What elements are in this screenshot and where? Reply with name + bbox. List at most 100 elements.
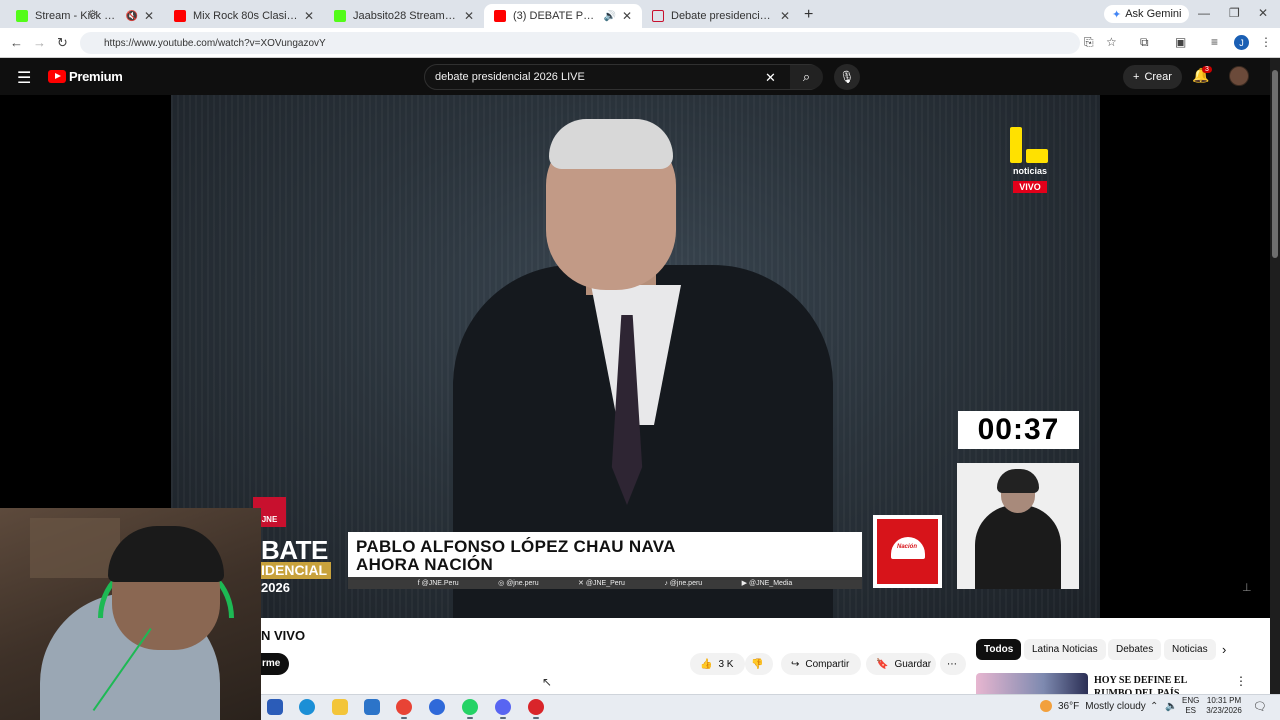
close-tab-icon[interactable]: ✕	[144, 9, 154, 23]
extensions-icon[interactable]: ⧉	[1140, 35, 1149, 50]
browser-tab-jaabsito-stream[interactable]: Jaabsito28 Stream - Watch Live ✕	[324, 4, 484, 28]
more-vertical-icon[interactable]: ⋮	[1235, 674, 1247, 688]
scrollbar-thumb[interactable]	[1272, 70, 1278, 258]
start-menu-icon[interactable]	[267, 699, 283, 715]
obs-studio-icon[interactable]	[528, 699, 544, 719]
voice-search-button[interactable]: 🎙	[834, 64, 860, 90]
youtube-premium-wordmark[interactable]: Premium	[69, 69, 123, 84]
save-button[interactable]: 🔖 Guardar	[866, 653, 936, 675]
chrome-browser-icon[interactable]	[396, 699, 412, 719]
weather-widget[interactable]: 36°F Mostly cloudy	[1040, 700, 1146, 712]
browser-menu-icon[interactable]: ⋮	[1260, 35, 1272, 49]
discord-icon[interactable]	[495, 699, 511, 719]
close-tab-icon[interactable]: ✕	[464, 9, 474, 23]
instagram-handle: ◎ @jne.peru	[498, 580, 539, 587]
youtube-handle: ▶ @JNE_Media	[741, 580, 793, 587]
like-button[interactable]: 👍 3 K	[690, 653, 745, 675]
candidate-party: AHORA NACIÓN	[356, 555, 494, 574]
hamburger-menu-icon[interactable]: ☰	[17, 68, 31, 88]
search-input[interactable]: debate presidencial 2026 LIVE	[435, 71, 585, 83]
recommended-video-title[interactable]: HOY SE DEFINE EL RUMBO DEL PAÍS	[1094, 674, 1220, 694]
logo-text: noticias	[1012, 166, 1047, 176]
create-button[interactable]: + Crear	[1123, 65, 1182, 89]
channel-watermark-icon: ⊥	[1242, 582, 1252, 594]
share-arrow-icon: ↪	[791, 658, 800, 670]
party-logo-background: Nación	[877, 519, 938, 584]
maximize-window-icon[interactable]: ❐	[1229, 6, 1240, 20]
edge-browser-icon[interactable]	[299, 699, 315, 715]
file-explorer-icon[interactable]	[332, 699, 348, 715]
chip-todos[interactable]: Todos	[976, 639, 1022, 660]
bookmark-icon: 🔖	[876, 658, 889, 670]
notification-center-icon[interactable]: 🗨	[1253, 700, 1267, 713]
more-horizontal-icon: ⋯	[947, 658, 957, 670]
weather-sun-icon	[1040, 700, 1052, 712]
speaker-hair	[549, 119, 673, 169]
browser-tab-debate-presidencial[interactable]: (3) DEBATE PRESIDENCIAL 🔊 ✕	[484, 4, 642, 28]
muted-audio-icon[interactable]: 🔇	[125, 11, 137, 22]
tab-title: Mix Rock 80s Clasicos 2021 djd...	[193, 10, 298, 22]
split-view-icon[interactable]: ▣	[1175, 35, 1186, 49]
dislike-button[interactable]: 👎	[745, 653, 773, 675]
ask-gemini-label: Ask Gemini	[1125, 8, 1182, 20]
microphone-icon: 🎙	[839, 70, 855, 84]
bookmark-star-icon[interactable]: ☆	[1106, 35, 1117, 49]
site-settings-icon[interactable]: ⚙	[88, 9, 97, 20]
live-badge: VIVO	[1013, 181, 1047, 193]
chip-noticias[interactable]: Noticias	[1164, 639, 1216, 660]
user-avatar[interactable]	[1229, 66, 1249, 86]
tiktok-handle: ♪ @jne.peru	[664, 579, 703, 587]
browser-profile-avatar[interactable]: J	[1234, 35, 1249, 50]
tab-title: Jaabsito28 Stream - Watch Live	[353, 10, 458, 22]
chip-debates[interactable]: Debates	[1108, 639, 1162, 660]
install-app-icon[interactable]: ⎘	[1084, 35, 1094, 50]
minimize-window-icon[interactable]: —	[1198, 6, 1210, 20]
close-window-icon[interactable]: ✕	[1258, 6, 1268, 20]
share-button[interactable]: ↪ Compartir	[781, 653, 861, 675]
youtube-logo-icon[interactable]	[48, 70, 66, 83]
whatsapp-icon[interactable]	[462, 699, 478, 719]
forward-arrow-icon[interactable]: →	[33, 35, 46, 50]
recommended-video-thumbnail[interactable]	[976, 673, 1088, 694]
candidate-lower-third: PABLO ALFONSO LÓPEZ CHAU NAVA AHORA NACI…	[348, 532, 862, 577]
debate-presidencial-brand: BATE IDENCIAL 2026	[261, 525, 341, 595]
chip-latina-noticias[interactable]: Latina Noticias	[1024, 639, 1106, 660]
tab-title: (3) DEBATE PRESIDENCIAL	[513, 10, 599, 22]
clock-date: 3/23/2026	[1206, 706, 1242, 715]
tray-chevron-up-icon[interactable]: ⌃	[1150, 701, 1158, 712]
mail-app-icon[interactable]	[364, 699, 380, 715]
search-box[interactable]: debate presidencial 2026 LIVE ✕ ⌕	[424, 64, 823, 90]
create-label: Crear	[1144, 71, 1172, 83]
sign-language-interpreter	[957, 463, 1079, 589]
store-app-icon[interactable]	[429, 699, 445, 715]
close-tab-icon[interactable]: ✕	[622, 9, 632, 23]
clear-search-icon[interactable]: ✕	[765, 70, 776, 86]
ask-gemini-button[interactable]: ✦ Ask Gemini	[1104, 5, 1190, 23]
debate-timer: 00:37	[958, 411, 1079, 449]
speaker-volume-icon[interactable]: 🔈	[1165, 701, 1177, 712]
search-button[interactable]: ⌕	[790, 65, 823, 89]
close-tab-icon[interactable]: ✕	[304, 9, 314, 23]
interpreter-hair	[997, 469, 1039, 493]
reading-list-icon[interactable]: ≡	[1211, 35, 1218, 49]
audio-playing-icon[interactable]: 🔊	[603, 11, 615, 22]
browser-tab-kick-dashboard[interactable]: Stream - Kick Dashboard 🔇 ✕	[6, 4, 164, 28]
language-indicator[interactable]: ENG ES	[1182, 696, 1199, 716]
x-handle: ✕ @JNE_Peru	[578, 580, 625, 587]
close-tab-icon[interactable]: ✕	[780, 9, 790, 23]
chevron-right-icon[interactable]: ›	[1222, 642, 1226, 657]
candidate-name-block: PABLO ALFONSO LÓPEZ CHAU NAVA AHORA NACI…	[356, 538, 676, 574]
more-actions-button[interactable]: ⋯	[940, 653, 966, 675]
browser-tab-mix-rock[interactable]: Mix Rock 80s Clasicos 2021 djd... ✕	[164, 4, 324, 28]
system-clock[interactable]: 10:31 PM 3/23/2026	[1204, 696, 1244, 716]
browser-tab-debate-article[interactable]: Debate presidencial: estos son ... ✕	[642, 4, 800, 28]
logo-mark	[1010, 127, 1022, 163]
new-tab-button[interactable]: +	[804, 6, 813, 24]
back-arrow-icon[interactable]: ←	[10, 35, 23, 50]
youtube-favicon-icon	[494, 10, 506, 22]
like-count: 3 K	[718, 658, 734, 670]
reload-icon[interactable]: ↻	[57, 35, 68, 51]
presidencial-word: IDENCIAL	[261, 562, 332, 579]
inform-button[interactable]: rme	[261, 653, 289, 675]
address-bar[interactable]: https://www.youtube.com/watch?v=XOVungaz…	[80, 32, 1080, 54]
